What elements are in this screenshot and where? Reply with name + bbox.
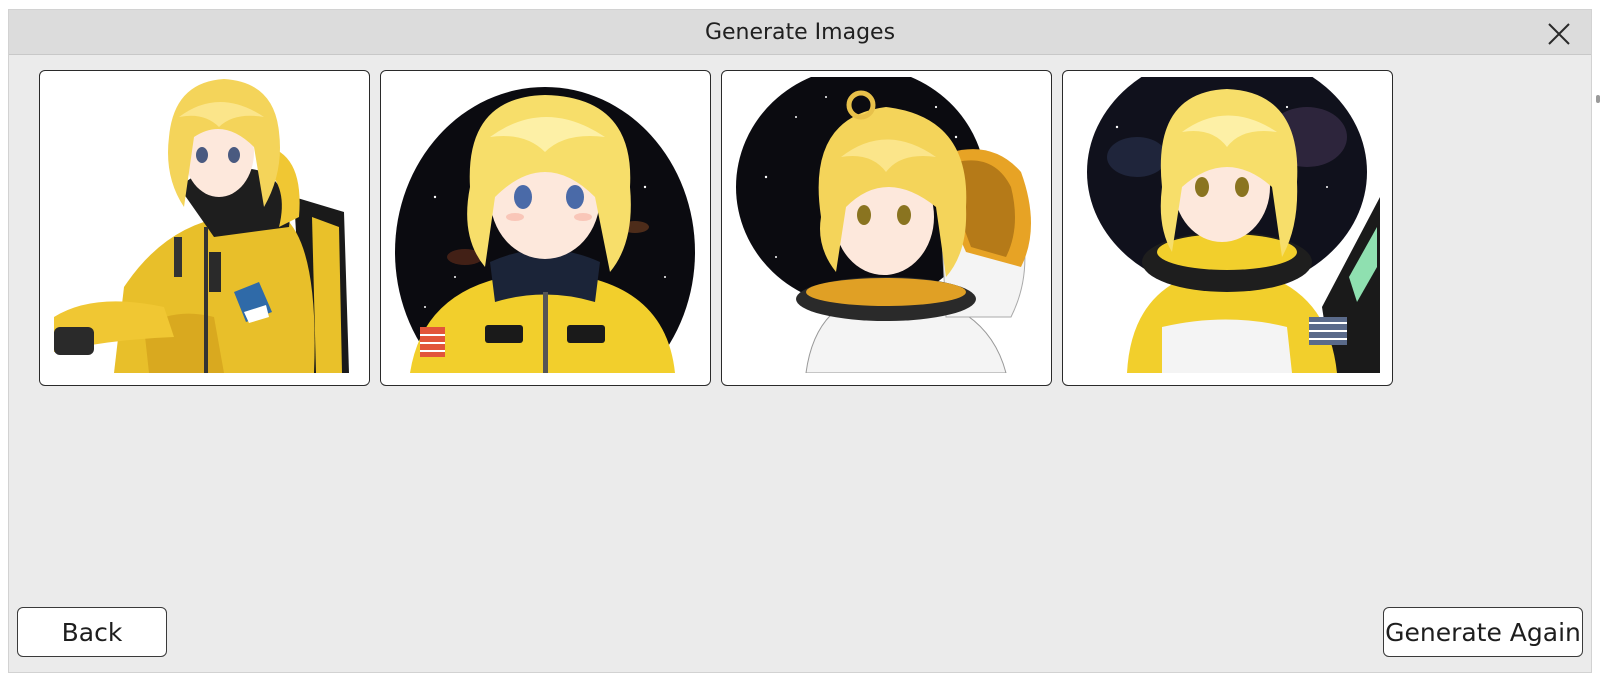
back-button[interactable]: Back — [17, 607, 167, 657]
image-3-picture — [736, 77, 1039, 373]
dialog-titlebar: Generate Images — [9, 10, 1591, 55]
image-2-picture — [395, 77, 698, 373]
close-icon[interactable] — [1547, 22, 1571, 46]
generated-image-1[interactable] — [39, 70, 370, 386]
generated-image-4[interactable] — [1062, 70, 1393, 386]
generate-images-dialog: Generate Images Back Generate Again — [8, 9, 1592, 673]
dialog-title: Generate Images — [704, 20, 896, 45]
generate-again-button[interactable]: Generate Again — [1383, 607, 1583, 657]
image-1-picture — [54, 77, 357, 373]
image-4-picture — [1077, 77, 1380, 373]
window-edge-marker — [1596, 95, 1600, 103]
generated-image-3[interactable] — [721, 70, 1052, 386]
generated-image-2[interactable] — [380, 70, 711, 386]
